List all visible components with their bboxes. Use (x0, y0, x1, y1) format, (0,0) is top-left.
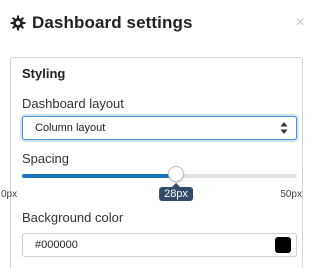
spacing-label: Spacing (22, 151, 69, 166)
color-swatch[interactable] (275, 237, 291, 253)
background-color-value: #000000 (35, 239, 78, 251)
dashboard-layout-label: Dashboard layout (22, 96, 124, 111)
spacing-value-tooltip: 28px (159, 183, 193, 201)
styling-panel: Styling Dashboard layout Column layout S… (1, 57, 303, 268)
section-title: Styling (22, 66, 66, 81)
spacing-max-label: 50px (280, 189, 302, 200)
chevron-updown-icon (280, 121, 288, 135)
spacing-slider-track[interactable] (22, 174, 297, 178)
page-title: Dashboard settings (32, 13, 193, 32)
close-icon[interactable]: × (296, 13, 305, 33)
spacing-slider-fill (22, 174, 176, 178)
dashboard-layout-select[interactable]: Column layout (22, 116, 297, 140)
background-color-label: Background color (22, 210, 124, 225)
dashboard-layout-value: Column layout (35, 122, 106, 134)
spacing-slider-thumb[interactable] (168, 166, 184, 182)
background-color-input[interactable]: #000000 (22, 233, 297, 257)
spacing-min-label: 0px (1, 189, 18, 200)
dialog-header: Dashboard settings × (10, 12, 305, 34)
gear-icon (10, 15, 26, 31)
